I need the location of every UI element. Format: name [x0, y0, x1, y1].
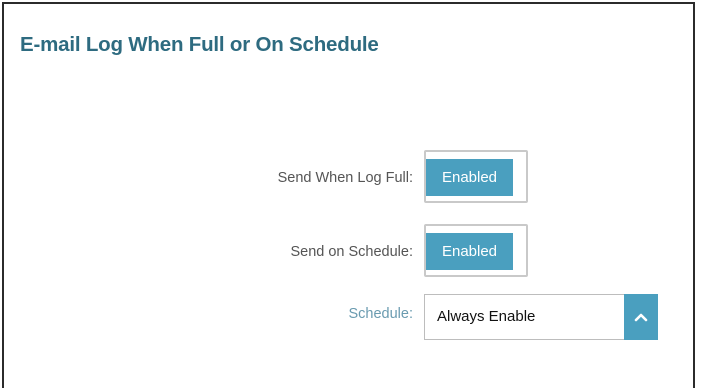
schedule-select[interactable]: Always Enable [424, 294, 658, 340]
send-when-full-label: Send When Log Full: [277, 170, 413, 186]
send-on-schedule-toggle[interactable]: Enabled [424, 224, 528, 277]
send-on-schedule-value: Enabled [426, 233, 513, 270]
schedule-selected-value: Always Enable [437, 308, 536, 325]
send-when-full-value: Enabled [426, 159, 513, 196]
send-when-full-toggle[interactable]: Enabled [424, 150, 528, 203]
send-on-schedule-label: Send on Schedule: [290, 244, 413, 260]
section-title: E-mail Log When Full or On Schedule [20, 33, 379, 56]
chevron-up-icon [634, 313, 648, 322]
schedule-dropdown-button[interactable] [624, 294, 658, 340]
settings-panel: E-mail Log When Full or On Schedule Send… [2, 2, 695, 388]
schedule-label: Schedule: [348, 306, 414, 322]
